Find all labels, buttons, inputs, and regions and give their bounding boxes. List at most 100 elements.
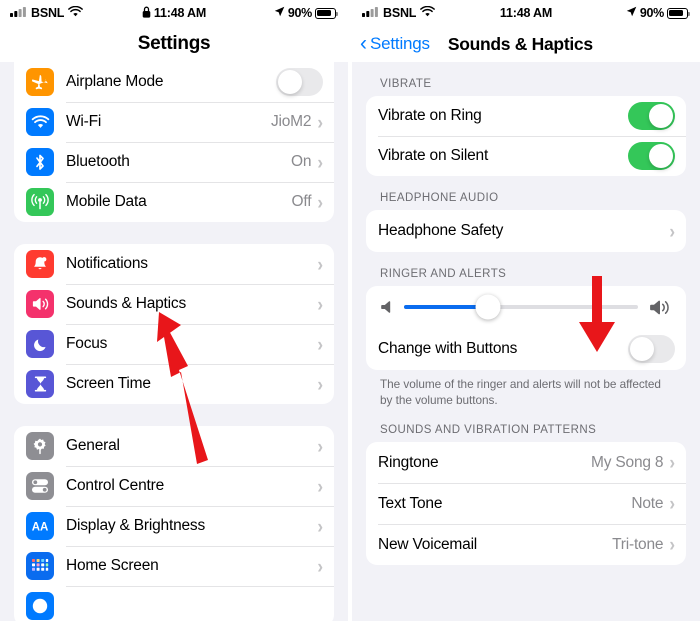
- sidebar-item-label: Bluetooth: [66, 153, 130, 170]
- mobile-data-state-value: Off: [291, 193, 312, 210]
- chevron-right-icon: ›: [317, 555, 323, 577]
- battery-icon: [667, 7, 691, 19]
- chevron-right-icon: ›: [317, 373, 323, 395]
- ringer-volume-row[interactable]: [366, 286, 686, 328]
- row-vibrate-on-silent[interactable]: Vibrate on Silent: [366, 136, 686, 176]
- vibrate-on-ring-toggle[interactable]: [628, 102, 675, 130]
- text-size-icon: AA: [26, 512, 54, 540]
- location-arrow-icon: [274, 6, 285, 20]
- slider-knob[interactable]: [475, 294, 501, 320]
- chevron-right-icon: ›: [317, 333, 323, 355]
- nav-bar-right: ‹ Settings Sounds & Haptics: [352, 26, 700, 62]
- bluetooth-state-value: On: [291, 153, 312, 170]
- airplane-mode-toggle[interactable]: [276, 68, 323, 96]
- sidebar-item-focus[interactable]: Focus ›: [14, 324, 334, 364]
- sidebar-item-sounds-haptics[interactable]: Sounds & Haptics ›: [14, 284, 334, 324]
- row-new-voicemail[interactable]: New Voicemail Tri-tone ›: [366, 524, 686, 565]
- split-screenshot: BSNL 11:48 AM 90% Settings Airplane Mode…: [0, 0, 700, 621]
- sidebar-item-label: Control Centre: [66, 477, 164, 494]
- battery-percent-label: 90%: [639, 6, 664, 20]
- ringer-volume-slider[interactable]: [404, 294, 638, 320]
- sounds-haptics-screen: BSNL 11:48 AM 90% ‹ Settings Sounds & Ha…: [352, 0, 700, 621]
- sounds-haptics-list[interactable]: VIBRATE Vibrate on Ring Vibrate on Silen…: [352, 62, 700, 621]
- row-label: Ringtone: [378, 453, 439, 471]
- lock-icon: [142, 6, 151, 21]
- sidebar-item-label: Sounds & Haptics: [66, 295, 187, 312]
- vibrate-on-silent-toggle[interactable]: [628, 142, 675, 170]
- sidebar-item-label: Airplane Mode: [66, 73, 164, 90]
- battery-percent-label: 90%: [287, 6, 312, 20]
- bell-icon: [26, 250, 54, 278]
- settings-list[interactable]: Airplane Mode Wi-Fi JioM2 › Bluetooth On…: [0, 62, 348, 621]
- wifi-icon: [26, 108, 54, 136]
- row-label: Headphone Safety: [378, 222, 504, 239]
- chevron-right-icon: ›: [317, 253, 323, 275]
- settings-group-connectivity: Airplane Mode Wi-Fi JioM2 › Bluetooth On…: [14, 62, 334, 222]
- chevron-left-icon: ‹: [360, 31, 367, 55]
- sidebar-item-label: Display & Brightness: [66, 517, 206, 534]
- change-with-buttons-toggle[interactable]: [628, 335, 675, 363]
- sidebar-item-screen-time[interactable]: Screen Time ›: [14, 364, 334, 404]
- chevron-right-icon: ›: [317, 515, 323, 537]
- section-sounds-vibration-patterns: Ringtone My Song 8 › Text Tone Note › Ne…: [366, 442, 686, 566]
- row-headphone-safety[interactable]: Headphone Safety ›: [366, 210, 686, 252]
- page-title: Sounds & Haptics: [447, 33, 593, 54]
- chevron-right-icon: ›: [317, 111, 323, 133]
- chevron-right-icon: ›: [317, 151, 323, 173]
- toggles-icon: [26, 472, 54, 500]
- row-change-with-buttons[interactable]: Change with Buttons: [366, 328, 686, 370]
- nav-bar-left: Settings: [0, 26, 348, 62]
- sidebar-item-label: Focus: [66, 335, 108, 352]
- sidebar-item-label: General: [66, 437, 120, 454]
- sidebar-item-home-screen[interactable]: Home Screen ›: [14, 546, 334, 586]
- sidebar-item-bluetooth[interactable]: Bluetooth On ›: [14, 142, 334, 182]
- app-grid-icon: [26, 552, 54, 580]
- chevron-right-icon: ›: [669, 451, 675, 474]
- battery-icon: [315, 7, 339, 19]
- chevron-right-icon: ›: [317, 191, 323, 213]
- row-label: Vibrate on Silent: [378, 147, 489, 164]
- sidebar-item-label: Mobile Data: [66, 193, 147, 210]
- sidebar-item-label: Screen Time: [66, 375, 151, 392]
- hourglass-icon: [26, 370, 54, 398]
- back-button[interactable]: ‹ Settings: [360, 31, 430, 55]
- sidebar-item-control-centre[interactable]: Control Centre ›: [14, 466, 334, 506]
- sidebar-item-airplane-mode[interactable]: Airplane Mode: [14, 62, 334, 102]
- chevron-right-icon: ›: [317, 475, 323, 497]
- svg-text:AA: AA: [32, 521, 49, 533]
- section-ringer-alerts: Change with Buttons: [366, 286, 686, 370]
- sidebar-item-notifications[interactable]: Notifications ›: [14, 244, 334, 284]
- sidebar-item-mobile-data[interactable]: Mobile Data Off ›: [14, 182, 334, 222]
- row-text-tone[interactable]: Text Tone Note ›: [366, 483, 686, 524]
- status-bar-right: BSNL 11:48 AM 90%: [352, 0, 700, 26]
- row-label: Text Tone: [378, 494, 443, 512]
- sidebar-item-general[interactable]: General ›: [14, 426, 334, 466]
- chevron-right-icon: ›: [669, 492, 675, 515]
- status-bar-left: BSNL 11:48 AM 90%: [0, 0, 348, 26]
- section-headphone-audio: Headphone Safety ›: [366, 210, 686, 252]
- moon-icon: [26, 330, 54, 358]
- chevron-right-icon: ›: [669, 220, 675, 242]
- chevron-right-icon: ›: [669, 533, 675, 556]
- sidebar-item-label: Wi-Fi: [66, 113, 102, 130]
- speaker-waves-icon: [26, 290, 54, 318]
- sidebar-item-partial-next[interactable]: [14, 586, 334, 621]
- speaker-high-icon: [649, 299, 672, 316]
- row-label: New Voicemail: [378, 535, 478, 553]
- row-ringtone[interactable]: Ringtone My Song 8 ›: [366, 442, 686, 483]
- text-tone-value: Note: [631, 494, 664, 512]
- wifi-network-value: JioM2: [270, 113, 312, 130]
- section-vibrate: Vibrate on Ring Vibrate on Silent: [366, 96, 686, 176]
- row-vibrate-on-ring[interactable]: Vibrate on Ring: [366, 96, 686, 136]
- new-voicemail-value: Tri-tone: [612, 535, 664, 553]
- page-title: Settings: [137, 33, 211, 54]
- settings-screen: BSNL 11:48 AM 90% Settings Airplane Mode…: [0, 0, 348, 621]
- sidebar-item-display-brightness[interactable]: AA Display & Brightness ›: [14, 506, 334, 546]
- sidebar-item-wifi[interactable]: Wi-Fi JioM2 ›: [14, 102, 334, 142]
- section-header-ringer-alerts: RINGER AND ALERTS: [380, 268, 507, 280]
- chevron-right-icon: ›: [317, 293, 323, 315]
- row-label: Vibrate on Ring: [378, 107, 482, 124]
- back-button-label: Settings: [370, 34, 430, 53]
- chevron-right-icon: ›: [317, 435, 323, 457]
- ringtone-value: My Song 8: [591, 453, 664, 471]
